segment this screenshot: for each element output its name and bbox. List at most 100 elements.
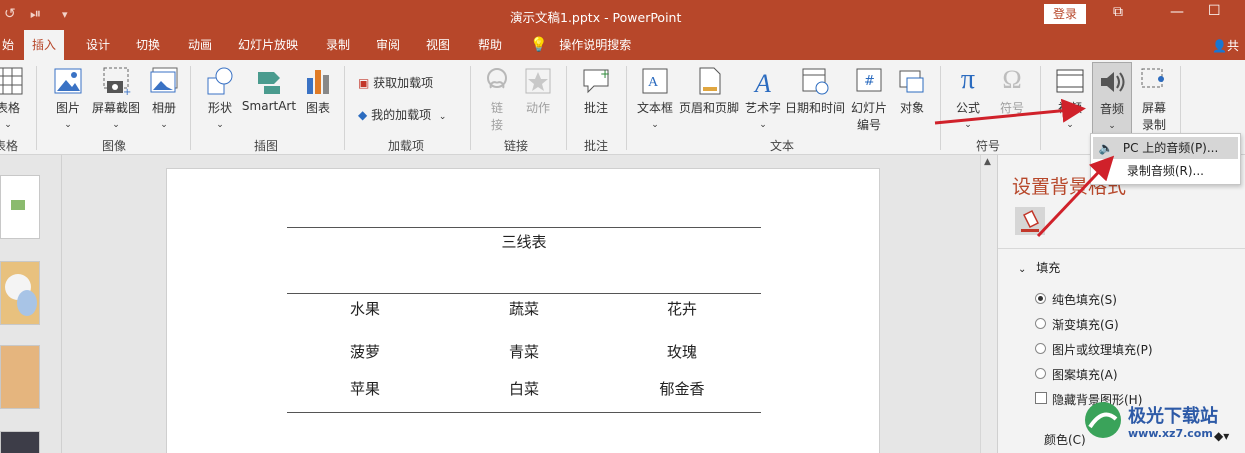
audio-dropdown-menu: 🔈 PC 上的音频(P)... 录制音频(R)... — [1090, 133, 1241, 185]
screenshot-button[interactable]: + 屏幕截图 ⌄ — [88, 66, 144, 130]
link-button[interactable]: 链 接 — [478, 66, 516, 133]
wordart-icon: A — [753, 69, 771, 96]
symbol-button[interactable]: Ω 符号 — [992, 64, 1032, 116]
comment-button[interactable]: + 批注 — [576, 66, 616, 116]
fill-section-header[interactable]: ⌄ 填充 — [1018, 259, 1060, 276]
group-label-table: 表格 — [0, 139, 19, 153]
table-cell[interactable]: 白菜 — [464, 378, 584, 399]
tab-record[interactable]: 录制 — [318, 30, 358, 60]
equation-button[interactable]: π 公式 ⌄ — [948, 64, 988, 130]
shapes-button[interactable]: 形状 ⌄ — [200, 66, 240, 130]
vertical-scrollbar[interactable]: ▲ — [980, 155, 997, 453]
group-label-comments: 批注 — [584, 139, 609, 153]
tab-help[interactable]: 帮助 — [470, 30, 510, 60]
record-audio-label: 录制音频(R)... — [1126, 164, 1204, 178]
speaker-icon — [1101, 72, 1125, 92]
photo-album-button[interactable]: 相册 ⌄ — [144, 66, 184, 130]
person-icon: 👤 — [1212, 39, 1227, 53]
link-label-1: 链 — [490, 101, 503, 115]
tab-design[interactable]: 设计 — [78, 30, 118, 60]
picture-label: 图片 — [55, 101, 80, 115]
group-label-links: 链接 — [504, 139, 529, 153]
tab-home[interactable]: 始 — [0, 30, 22, 60]
object-button[interactable]: 对象 — [894, 66, 930, 116]
scroll-up-icon[interactable]: ▲ — [984, 157, 991, 167]
login-button[interactable]: 登录 — [1044, 4, 1086, 24]
get-addins-button[interactable]: ▣ 获取加载项 — [358, 74, 433, 91]
table-cell[interactable]: 青菜 — [464, 341, 584, 362]
solid-fill-radio[interactable] — [1035, 293, 1046, 304]
slide-thumbnail[interactable] — [0, 261, 40, 325]
action-star-icon — [525, 68, 551, 94]
smartart-button[interactable]: SmartArt — [240, 66, 298, 113]
slide-thumbnail-pane[interactable] — [0, 155, 62, 453]
table-cell[interactable]: 郁金香 — [622, 378, 742, 399]
table-cell[interactable]: 苹果 — [305, 378, 425, 399]
minimize-icon[interactable]: — — [1170, 4, 1184, 20]
table-header-rule — [287, 293, 761, 294]
menu-item-record-audio[interactable]: 录制音频(R)... — [1093, 160, 1238, 182]
maximize-icon[interactable]: ☐ — [1208, 3, 1221, 19]
watermark-name: 极光下载站 — [1128, 406, 1218, 427]
store-icon: ▣ — [358, 76, 370, 90]
restore-icon[interactable]: ⧉ — [1113, 4, 1123, 20]
picture-fill-label: 图片或纹理填充(P) — [1052, 343, 1153, 357]
color-picker-button[interactable]: ◆▾ — [1214, 429, 1229, 443]
tell-me-search[interactable]: 💡 操作说明搜索 — [530, 30, 631, 60]
table-cell[interactable]: 玫瑰 — [622, 341, 742, 362]
table-cell[interactable]: 菠萝 — [305, 341, 425, 362]
fill-section-label: 填充 — [1036, 261, 1061, 275]
my-addins-button[interactable]: ◆ 我的加载项 ⌄ — [358, 106, 446, 123]
header-footer-button[interactable]: 页眉和页脚 — [676, 66, 742, 116]
tell-me-label: 操作说明搜索 — [559, 38, 632, 52]
audio-label: 音频 — [1099, 102, 1124, 116]
slide-canvas: 三线表 水果 蔬菜 花卉 菠萝 青菜 玫瑰 苹果 白菜 郁金香 — [62, 155, 980, 453]
screen-recording-button[interactable]: 屏幕 录制 — [1136, 66, 1172, 133]
menu-item-audio-on-pc[interactable]: 🔈 PC 上的音频(P)... — [1093, 137, 1238, 159]
audio-button[interactable]: 音频 ⌄ — [1092, 62, 1132, 134]
hide-background-checkbox[interactable] — [1035, 392, 1047, 404]
tab-animations[interactable]: 动画 — [180, 30, 220, 60]
customize-toolbar-icon[interactable]: ▾ — [62, 8, 68, 21]
fill-tab-icon[interactable] — [1015, 207, 1045, 235]
watermark-logo-icon — [1085, 402, 1121, 438]
chart-button[interactable]: 图表 — [300, 66, 336, 116]
table-cell[interactable]: 蔬菜 — [464, 298, 584, 319]
video-button[interactable]: 视频 ⌄ — [1050, 66, 1090, 130]
slide-thumbnail[interactable] — [0, 345, 40, 409]
header-footer-icon — [699, 67, 721, 95]
textbox-button[interactable]: A 文本框 ⌄ — [634, 66, 676, 130]
tab-view[interactable]: 视图 — [418, 30, 458, 60]
share-button[interactable]: 👤共 — [1212, 37, 1239, 54]
picture-fill-radio[interactable] — [1035, 343, 1046, 354]
table-cell[interactable]: 水果 — [305, 298, 425, 319]
action-button[interactable]: 动作 — [518, 66, 558, 116]
slide-thumbnail[interactable] — [0, 431, 40, 453]
table-title[interactable]: 三线表 — [464, 231, 584, 252]
slide-number-button[interactable]: # 幻灯片 编号 — [846, 66, 892, 133]
title-bar: ↺ ⏯ ▾ 演示文稿1.pptx - PowerPoint 登录 ⧉ — ☐ — [0, 0, 1245, 30]
screen-record-label-2: 录制 — [1141, 118, 1166, 132]
pattern-fill-radio[interactable] — [1035, 368, 1046, 379]
date-time-button[interactable]: 日期和时间 — [784, 66, 846, 116]
table-cell[interactable]: 花卉 — [622, 298, 742, 319]
group-label-text: 文本 — [770, 139, 795, 153]
slide-number-label-2: 编号 — [856, 118, 881, 132]
gradient-fill-radio[interactable] — [1035, 318, 1046, 329]
slideshow-start-icon[interactable]: ⏯ — [30, 6, 41, 22]
picture-button[interactable]: 图片 ⌄ — [48, 66, 88, 130]
comment-label: 批注 — [583, 101, 608, 115]
wordart-button[interactable]: A 艺术字 ⌄ — [742, 66, 784, 130]
slide-thumbnail[interactable] — [0, 175, 40, 239]
undo-icon[interactable]: ↺ — [4, 6, 16, 22]
object-label: 对象 — [899, 101, 924, 115]
tab-slideshow[interactable]: 幻灯片放映 — [230, 30, 306, 60]
tab-transitions[interactable]: 切换 — [128, 30, 168, 60]
tab-insert[interactable]: 插入 — [24, 30, 65, 60]
tab-review[interactable]: 审阅 — [368, 30, 408, 60]
table-button[interactable]: 表格 ⌄ — [0, 66, 26, 130]
slide[interactable]: 三线表 水果 蔬菜 花卉 菠萝 青菜 玫瑰 苹果 白菜 郁金香 — [166, 168, 880, 453]
table-label: 表格 — [0, 101, 20, 115]
pattern-fill-label: 图案填充(A) — [1052, 368, 1118, 382]
svg-text:A: A — [753, 69, 771, 96]
